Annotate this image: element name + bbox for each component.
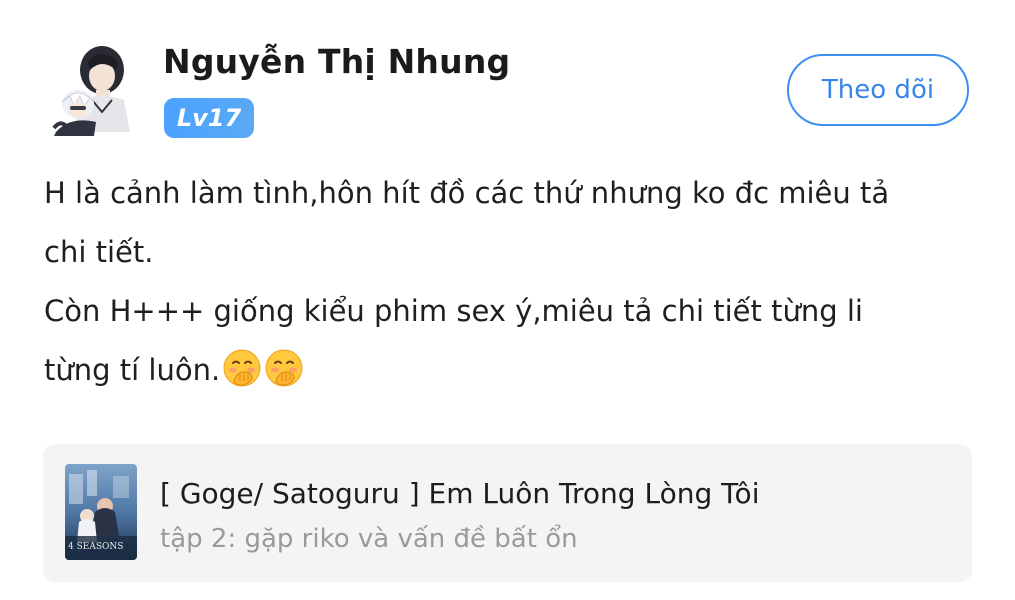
- book-cover-image: 4 SEASONS: [65, 464, 137, 560]
- comment-line-last: từng tí luôn.: [44, 341, 974, 400]
- username[interactable]: Nguyễn Thị Nhung: [163, 42, 510, 81]
- face-with-hand-over-mouth-icon: [264, 348, 304, 388]
- book-title[interactable]: [ Goge/ Satoguru ] Em Luôn Trong Lòng Tô…: [160, 477, 759, 510]
- avatar[interactable]: [50, 40, 138, 136]
- anime-character-avatar-icon: [52, 46, 130, 136]
- follow-button[interactable]: Theo dõi: [787, 54, 969, 126]
- comment-line: Còn H+++ giống kiểu phim sex ý,miêu tả c…: [44, 294, 863, 328]
- comment-line-text: từng tí luôn.: [44, 353, 221, 387]
- comment-body: H là cảnh làm tình,hôn hít đồ các thứ nh…: [44, 164, 974, 400]
- comment-line: H là cảnh làm tình,hôn hít đồ các thứ nh…: [44, 176, 890, 210]
- comment-line: chi tiết.: [44, 235, 154, 269]
- level-badge: Lv17: [164, 98, 254, 138]
- book-chapter[interactable]: tập 2: gặp riko và vấn đề bất ổn: [160, 524, 578, 554]
- book-link-card[interactable]: 4 SEASONS [ Goge/ Satoguru ] Em Luôn Tro…: [43, 444, 972, 582]
- face-with-hand-over-mouth-icon: [222, 348, 262, 388]
- comment-post: Nguyễn Thị Nhung Lv17 Theo dõi H là cảnh…: [0, 0, 1015, 600]
- book-cover-text: 4 SEASONS: [68, 542, 124, 552]
